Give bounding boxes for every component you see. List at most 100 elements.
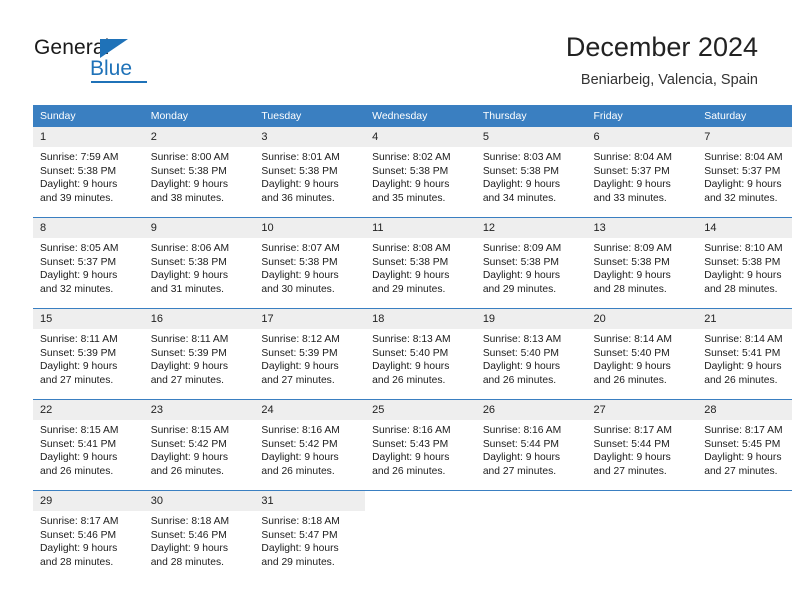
calendar-week-row: 29 Sunrise: 8:17 AM Sunset: 5:46 PM Dayl… [33,490,792,581]
day-cell[interactable]: 1 Sunrise: 7:59 AM Sunset: 5:38 PM Dayli… [33,127,144,218]
sunset-text: Sunset: 5:38 PM [482,165,559,177]
sunrise-text: Sunrise: 8:07 AM [261,243,340,254]
day-cell[interactable]: 20 Sunrise: 8:14 AM Sunset: 5:40 PM Dayl… [586,308,698,400]
day-info: Sunrise: 8:14 AM Sunset: 5:41 PM Dayligh… [697,329,792,387]
daylight-text-line1: Daylight: 9 hours [40,270,118,282]
daylight-text-line2: and 26 minutes. [372,374,446,386]
sunset-text: Sunset: 5:38 PM [150,256,227,268]
day-cell[interactable]: 8 Sunrise: 8:05 AM Sunset: 5:37 PM Dayli… [33,217,144,309]
day-cell[interactable]: 26 Sunrise: 8:16 AM Sunset: 5:44 PM Dayl… [475,399,587,491]
day-cell[interactable]: 7 Sunrise: 8:04 AM Sunset: 5:37 PM Dayli… [697,127,792,218]
weekday-header-saturday: Saturday [697,105,792,127]
day-number: 5 [475,127,587,147]
calendar-grid: Sunday Monday Tuesday Wednesday Thursday… [33,105,792,581]
daylight-text-line1: Daylight: 9 hours [150,452,228,464]
day-info: Sunrise: 8:13 AM Sunset: 5:40 PM Dayligh… [476,329,587,387]
sunset-text: Sunset: 5:40 PM [482,347,559,359]
day-cell[interactable]: 29 Sunrise: 8:17 AM Sunset: 5:46 PM Dayl… [33,490,144,581]
daylight-text-line2: and 27 minutes. [150,374,224,386]
day-cell[interactable]: 2 Sunrise: 8:00 AM Sunset: 5:38 PM Dayli… [143,127,255,218]
day-cell[interactable]: 13 Sunrise: 8:09 AM Sunset: 5:38 PM Dayl… [586,217,698,309]
day-cell[interactable]: 31 Sunrise: 8:18 AM Sunset: 5:47 PM Dayl… [254,490,366,581]
daylight-text-line1: Daylight: 9 hours [40,543,118,555]
sunrise-text: Sunrise: 8:03 AM [482,152,562,163]
daylight-text-line1: Daylight: 9 hours [704,361,782,373]
sunset-text: Sunset: 5:39 PM [150,347,227,359]
day-cell[interactable]: 22 Sunrise: 8:15 AM Sunset: 5:41 PM Dayl… [33,399,144,491]
day-cell[interactable]: 15 Sunrise: 8:11 AM Sunset: 5:39 PM Dayl… [33,308,144,400]
sunset-text: Sunset: 5:45 PM [704,438,781,450]
day-info: Sunrise: 8:12 AM Sunset: 5:39 PM Dayligh… [254,329,365,387]
sunset-text: Sunset: 5:38 PM [593,256,670,268]
day-info: Sunrise: 8:07 AM Sunset: 5:38 PM Dayligh… [254,238,365,296]
day-cell[interactable]: 9 Sunrise: 8:06 AM Sunset: 5:38 PM Dayli… [143,217,255,309]
day-info: Sunrise: 8:16 AM Sunset: 5:43 PM Dayligh… [365,420,476,478]
daylight-text-line2: and 29 minutes. [482,283,557,295]
daylight-text-line1: Daylight: 9 hours [40,361,118,373]
sunrise-text: Sunrise: 8:16 AM [482,425,562,436]
day-cell[interactable]: 6 Sunrise: 8:04 AM Sunset: 5:37 PM Dayli… [586,127,698,218]
sunrise-text: Sunrise: 8:14 AM [593,334,672,345]
day-cell[interactable]: 10 Sunrise: 8:07 AM Sunset: 5:38 PM Dayl… [254,217,366,309]
daylight-text-line1: Daylight: 9 hours [150,361,228,373]
day-cell[interactable]: 27 Sunrise: 8:17 AM Sunset: 5:44 PM Dayl… [586,399,698,491]
daylight-text-line2: and 32 minutes. [704,192,778,204]
sunset-text: Sunset: 5:37 PM [40,256,117,268]
day-cell[interactable]: 30 Sunrise: 8:18 AM Sunset: 5:46 PM Dayl… [143,490,255,581]
daylight-text-line2: and 28 minutes. [40,556,114,568]
daylight-text-line1: Daylight: 9 hours [372,270,450,282]
day-cell[interactable]: 3 Sunrise: 8:01 AM Sunset: 5:38 PM Dayli… [254,127,366,218]
day-cell-empty [365,490,476,581]
day-cell-empty [586,490,698,581]
sunrise-text: Sunrise: 8:13 AM [372,334,451,345]
sunset-text: Sunset: 5:43 PM [372,438,449,450]
day-cell[interactable]: 16 Sunrise: 8:11 AM Sunset: 5:39 PM Dayl… [143,308,255,400]
day-cell[interactable]: 11 Sunrise: 8:08 AM Sunset: 5:38 PM Dayl… [365,217,476,309]
day-info: Sunrise: 8:04 AM Sunset: 5:37 PM Dayligh… [587,147,698,205]
weekday-header-friday: Friday [586,105,698,127]
daylight-text-line1: Daylight: 9 hours [40,452,118,464]
daylight-text-line2: and 28 minutes. [704,283,778,295]
sunset-text: Sunset: 5:37 PM [593,165,670,177]
sunset-text: Sunset: 5:38 PM [261,165,338,177]
day-cell[interactable]: 18 Sunrise: 8:13 AM Sunset: 5:40 PM Dayl… [365,308,476,400]
daylight-text-line1: Daylight: 9 hours [482,179,561,191]
daylight-text-line2: and 27 minutes. [40,374,114,386]
daylight-text-line1: Daylight: 9 hours [150,270,228,282]
day-number: 27 [586,400,698,420]
generalblue-logo[interactable]: General Blue [34,36,164,84]
day-cell[interactable]: 14 Sunrise: 8:10 AM Sunset: 5:38 PM Dayl… [697,217,792,309]
day-cell[interactable]: 17 Sunrise: 8:12 AM Sunset: 5:39 PM Dayl… [254,308,366,400]
day-cell[interactable]: 21 Sunrise: 8:14 AM Sunset: 5:41 PM Dayl… [697,308,792,400]
day-cell[interactable]: 23 Sunrise: 8:15 AM Sunset: 5:42 PM Dayl… [143,399,255,491]
calendar-table: Sunday Monday Tuesday Wednesday Thursday… [33,105,792,581]
daylight-text-line1: Daylight: 9 hours [372,452,450,464]
day-info: Sunrise: 8:17 AM Sunset: 5:46 PM Dayligh… [33,511,144,569]
daylight-text-line1: Daylight: 9 hours [40,179,118,191]
day-number: 26 [475,400,587,420]
day-info: Sunrise: 7:59 AM Sunset: 5:38 PM Dayligh… [33,147,144,205]
daylight-text-line2: and 38 minutes. [150,192,224,204]
sunrise-text: Sunrise: 8:11 AM [40,334,118,345]
day-info: Sunrise: 8:15 AM Sunset: 5:42 PM Dayligh… [144,420,255,478]
day-cell[interactable]: 24 Sunrise: 8:16 AM Sunset: 5:42 PM Dayl… [254,399,366,491]
day-cell[interactable]: 5 Sunrise: 8:03 AM Sunset: 5:38 PM Dayli… [475,127,587,218]
daylight-text-line1: Daylight: 9 hours [261,452,339,464]
daylight-text-line1: Daylight: 9 hours [704,270,782,282]
daylight-text-line1: Daylight: 9 hours [372,179,450,191]
day-cell[interactable]: 19 Sunrise: 8:13 AM Sunset: 5:40 PM Dayl… [475,308,587,400]
day-number: 25 [365,400,476,420]
sunset-text: Sunset: 5:41 PM [40,438,117,450]
page-title: December 2024 [565,32,758,62]
day-cell[interactable]: 12 Sunrise: 8:09 AM Sunset: 5:38 PM Dayl… [475,217,587,309]
day-cell[interactable]: 4 Sunrise: 8:02 AM Sunset: 5:38 PM Dayli… [365,127,476,218]
logo-text-blue: Blue [90,57,133,80]
day-number: 4 [365,127,476,147]
day-cell[interactable]: 28 Sunrise: 8:17 AM Sunset: 5:45 PM Dayl… [697,399,792,491]
title-block: December 2024 Beniarbeig, Valencia, Spai… [566,30,758,90]
day-info: Sunrise: 8:03 AM Sunset: 5:38 PM Dayligh… [476,147,587,205]
logo-triangle-icon [100,39,128,58]
day-cell[interactable]: 25 Sunrise: 8:16 AM Sunset: 5:43 PM Dayl… [365,399,476,491]
page-subtitle: Beniarbeig, Valencia, Spain [580,72,758,88]
sunset-text: Sunset: 5:46 PM [150,529,227,541]
